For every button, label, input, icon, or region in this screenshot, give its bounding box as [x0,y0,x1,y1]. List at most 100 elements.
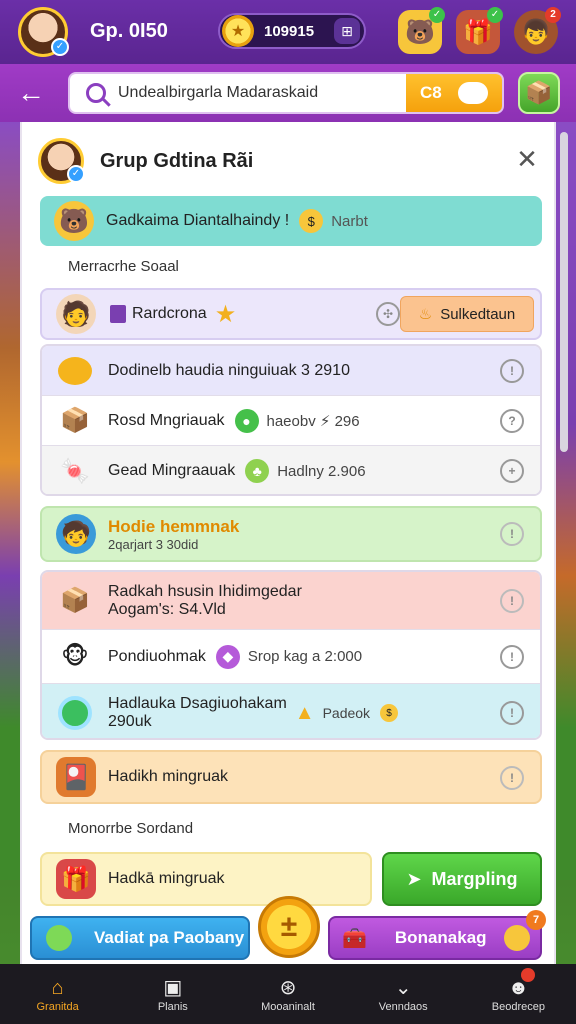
info-icon[interactable]: ! [500,359,524,383]
pet-badge: ✓ [429,7,445,23]
search-bar[interactable]: C8 [68,72,504,114]
info-icon[interactable]: ! [500,645,524,669]
list-item-extra: Hadlny 2.906 [277,462,366,480]
list-item[interactable]: 🍬 Gead Mingraauak ♣ Hadlny 2.906 + [42,446,540,494]
bear-face-icon: 🐻 [54,201,94,241]
compass-icon: ⊛ [279,977,297,999]
nav-label: Venndaos [378,1001,428,1013]
green-card-title: Hodie hemmnak [108,516,240,536]
green-quest-card[interactable]: 🧒 Hodie hemmnak 2qarjart 3 30did ! [40,506,542,562]
friend-avatar-icon[interactable]: 👦 2 [514,7,561,54]
list-item-extra: haeobv ⚡ 296 [266,412,360,430]
nav-venndaos[interactable]: ⌄ Venndaos [346,964,461,1024]
coin-icon: $ [299,209,324,233]
highlight-tag: Narbt [331,212,368,230]
nav-beodrecep[interactable]: ☻ Beodrecep [461,964,576,1024]
player-avatar[interactable]: ✓ [18,7,69,57]
nav-home[interactable]: ⌂ Granitda [0,964,115,1024]
nav-label: Mooaninalt [261,1001,315,1013]
chevron-icon: ⌄ [394,977,412,999]
info-icon[interactable]: ? [500,409,524,433]
list-item[interactable]: Hadlauka Dsagiuohakam 290uk ▲ Padeok $ ! [42,684,540,738]
treasure-chest-button[interactable]: 📦 [518,72,560,114]
blue-card-subtitle: 290uk [108,713,152,730]
boy-avatar-icon: 🧒 [56,514,96,554]
center-coin-button[interactable]: ± [258,896,320,958]
member-info-icon[interactable]: ✣ [376,302,400,326]
friend-badge: 2 [545,7,561,23]
top-bar: ✓ Gp. 0I50 ★ 109915 ⊞ 🐻 ✓ 🎁 ✓ 👦 2 [0,0,576,64]
right-action-label: Bonanakag [394,928,487,947]
info-icon[interactable]: ! [500,766,524,790]
coin-value: 109915 [264,22,315,40]
yellow-card-text: Hadkā mingruak [108,870,225,887]
monkey-icon: 🐵 [61,643,89,670]
green-orb-icon [56,694,94,732]
cloud-icon [457,82,488,104]
left-action-label: Vadiat pa Paobany [94,928,245,947]
notification-dot [520,968,535,982]
search-chip[interactable]: C8 [406,74,502,112]
gift-icon: 🎁 [56,859,96,899]
info-icon[interactable]: ! [500,701,524,725]
pet-icon[interactable]: 🐻 ✓ [398,7,445,54]
player-label: Gp. 0I50 [90,20,168,42]
nav-planis[interactable]: ▣ Planis [115,964,230,1024]
treasure-icon: 🧰 [342,927,367,950]
coin-balance[interactable]: ★ 109915 ⊞ [218,13,366,49]
scrollbar[interactable] [560,132,568,452]
member-card[interactable]: 🧑 Rardcrona ★ ✣ ♨ Sulkedtaun [40,288,542,340]
chest-icon: 🎴 [56,757,96,797]
red-card-subtitle: Aogam's: S4.Vld [108,600,226,618]
group-avatar: ✓ [38,138,85,184]
close-icon[interactable]: ✕ [512,144,542,175]
search-row: ← C8 📦 [0,64,576,122]
subscribe-button[interactable]: ♨ Sulkedtaun [400,296,534,332]
highlight-card[interactable]: 🐻 Gadkaima Diantalhaindy ! $ Narbt [40,196,542,246]
yellow-quest-card[interactable]: 🎁 Hadkā mingruak [40,852,372,906]
home-icon: ⌂ [51,977,64,999]
add-icon[interactable]: + [500,459,524,483]
star-icon: ★ [214,300,237,328]
list-item[interactable]: 📦 Radkah hsusin Ihidimgedar Aogam's: S4.… [42,572,540,630]
back-arrow-icon[interactable]: ← [14,76,48,110]
list-item[interactable]: 🐵 Pondiuohmak ◆ Srop kag a 2:000 ! [42,630,540,684]
notification-badge: 7 [526,910,546,930]
search-input[interactable] [118,84,418,102]
left-action-button[interactable]: Vadiat pa Paobany [30,916,250,960]
nav-mooaninalt[interactable]: ⊛ Mooaninalt [230,964,345,1024]
member-name: Rardcrona [132,305,207,322]
gift-box-icon[interactable]: 🎁 ✓ [456,7,503,54]
panel-title: Grup Gdtina Rãi [100,149,254,172]
orange-quest-card[interactable]: 🎴 Hadikh mingruak ! [40,750,542,804]
list-item[interactable]: 📦 Rosd Mngriauak ● haeobv ⚡ 296 ? [42,396,540,446]
list-item-extra: Srop kag a 2:000 [247,648,363,665]
section-label-members: Merracrhe Soaal [68,258,179,275]
section-label-rewards: Monorrbe Sordand [68,820,194,837]
basket-icon: ♣ [245,459,270,483]
triangle-icon: ▲ [294,701,315,724]
avatar-badge-icon: ✓ [51,38,69,56]
add-coins-button[interactable]: ⊞ [334,18,360,44]
crate-icon: 📦 [60,587,90,614]
blue-card-title: Hadlauka Dsagiuohakam [108,695,287,712]
subscribe-label: Sulkedtaun [440,305,516,323]
orange-card-text: Hadikh mingruak [108,768,229,785]
quest-list: Dodinelb haudia ninguiuak 3 2910 ! 📦 Ros… [40,344,542,496]
send-icon: ➤ [406,868,422,889]
green-gem-icon [46,925,72,951]
group-avatar-badge-icon: ✓ [67,165,85,183]
info-icon[interactable]: ! [500,589,524,613]
nav-label: Granitda [36,1001,79,1013]
red-card-title: Radkah hsusin Ihidimgedar [108,582,302,600]
member-avatar-icon: 🧑 [56,294,96,334]
green-gem-icon: ● [234,408,259,433]
list-item[interactable]: Dodinelb haudia ninguiuak 3 2910 ! [42,346,540,396]
map-icon: ▣ [163,977,183,999]
mapping-button[interactable]: ➤ Margpling [382,852,542,906]
coin-icon: ★ [222,15,254,47]
list-item-text: Pondiuohmak [108,647,206,665]
panel-header: ✓ Grup Gdtina Rãi ✕ [38,136,542,186]
right-action-button[interactable]: 🧰 Bonanakag 7 [328,910,546,960]
info-icon[interactable]: ! [500,522,524,546]
